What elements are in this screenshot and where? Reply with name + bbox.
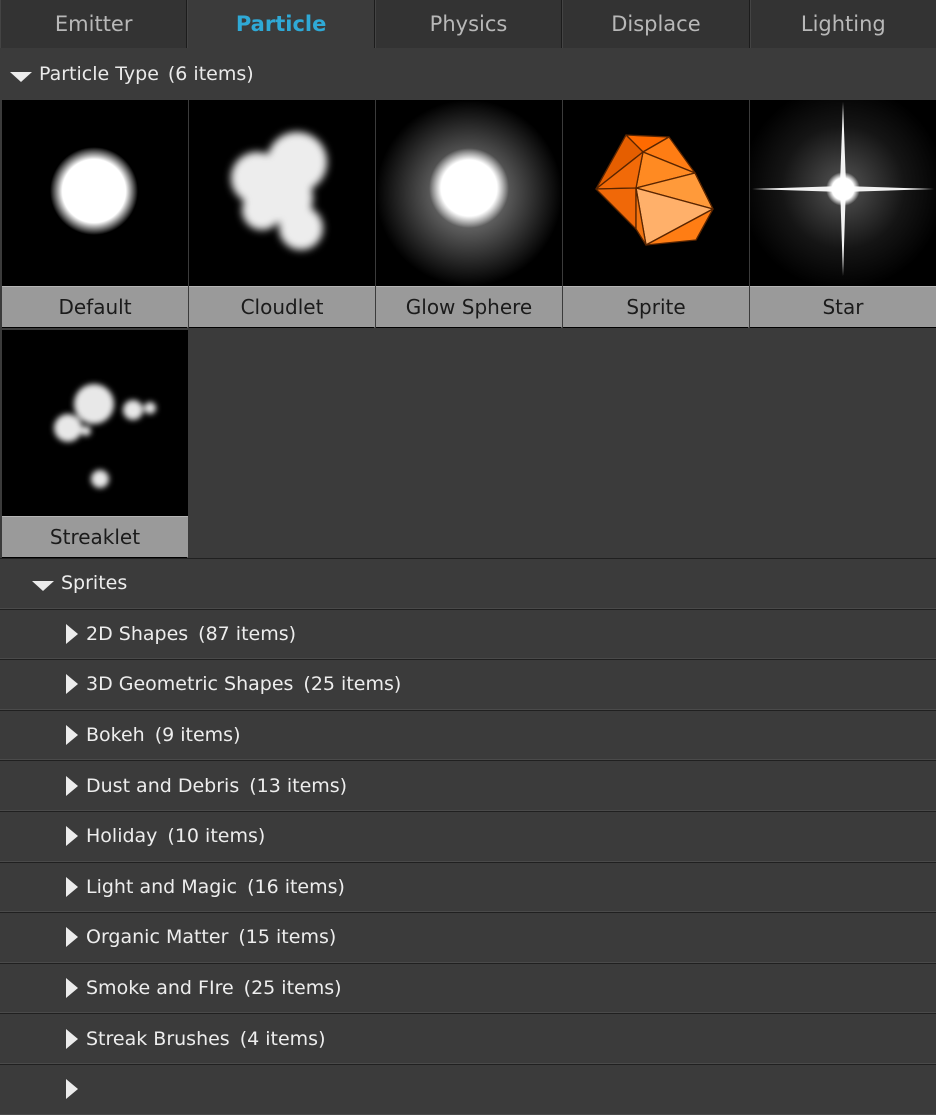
folder-count: (9 items)	[154, 724, 241, 747]
folder-count: (4 items)	[239, 1027, 326, 1050]
folder-name: Light and Magic	[86, 875, 238, 898]
folder-count: (87 items)	[198, 622, 297, 645]
particle-tile-default[interactable]: Default	[2, 100, 188, 328]
tab-lighting[interactable]: Lighting	[749, 0, 936, 48]
folder-count: (25 items)	[303, 673, 402, 696]
default-particle-icon	[2, 100, 188, 286]
folder-name: Organic Matter	[86, 926, 229, 949]
tab-particle[interactable]: Particle	[187, 0, 375, 48]
folder-name: Smoke and FIre	[86, 977, 234, 1000]
expand-triangle-icon[interactable]	[66, 674, 78, 695]
expand-triangle-icon[interactable]	[66, 775, 78, 796]
tab-physics[interactable]: Physics	[374, 0, 563, 48]
folder-name: 2D Shapes	[86, 622, 189, 645]
list-item[interactable]: Smoke and FIre (25 items)	[0, 962, 936, 1014]
list-item[interactable]: Light and Magic (16 items)	[0, 861, 936, 913]
tile-label: Cloudlet	[189, 286, 375, 327]
cloudlet-particle-icon	[189, 100, 375, 286]
star-particle-icon	[750, 100, 936, 286]
folder-count: (13 items)	[249, 774, 348, 797]
particle-type-grid: Default Cloudlet Glow Sphere Sprite Star…	[2, 100, 936, 558]
particle-type-header[interactable]: Particle Type (6 items)	[0, 48, 936, 100]
list-item[interactable]: Holiday (10 items)	[0, 810, 936, 862]
list-item[interactable]: Bokeh (9 items)	[0, 709, 936, 761]
folder-name: 3D Geometric Shapes	[86, 673, 294, 696]
collapse-triangle-icon[interactable]	[32, 581, 54, 592]
folder-name: Streak Brushes	[86, 1027, 230, 1050]
folder-name: Dust and Debris	[86, 774, 240, 797]
folder-name: Bokeh	[86, 724, 145, 747]
tile-label: Default	[2, 286, 188, 327]
sprites-tree: Sprites 2D Shapes (87 items) 3D Geometri…	[0, 558, 936, 1115]
section-count: (6 items)	[167, 63, 254, 85]
tile-label: Streaklet	[2, 516, 188, 557]
list-item[interactable]: 2D Shapes (87 items)	[0, 608, 936, 660]
folder-name: Sprites	[61, 572, 128, 595]
folder-count: (25 items)	[243, 977, 342, 1000]
particle-tile-streaklet[interactable]: Streaklet	[2, 330, 188, 558]
expand-triangle-icon[interactable]	[66, 725, 78, 746]
list-item[interactable]: Dust and Debris (13 items)	[0, 760, 936, 811]
list-item[interactable]	[0, 1063, 936, 1115]
expand-triangle-icon[interactable]	[66, 876, 78, 897]
tab-displace[interactable]: Displace	[562, 0, 750, 48]
tab-bar: Emitter Particle Physics Displace Lighti…	[0, 0, 936, 48]
expand-triangle-icon[interactable]	[66, 927, 78, 948]
particle-tile-glow-sphere[interactable]: Glow Sphere	[376, 100, 562, 328]
particle-tile-cloudlet[interactable]: Cloudlet	[189, 100, 375, 328]
particle-tile-sprite[interactable]: Sprite	[563, 100, 749, 328]
expand-triangle-icon[interactable]	[66, 978, 78, 999]
folder-count: (10 items)	[167, 825, 266, 848]
list-item[interactable]: Streak Brushes (4 items)	[0, 1013, 936, 1064]
sprite-icosahedron-icon	[563, 100, 749, 286]
sprites-folder-row[interactable]: Sprites	[0, 558, 936, 609]
section-title: Particle Type	[39, 63, 159, 85]
folder-count: (15 items)	[238, 926, 337, 949]
list-item[interactable]: 3D Geometric Shapes (25 items)	[0, 659, 936, 710]
tile-label: Star	[750, 286, 936, 327]
particle-tile-star[interactable]: Star	[750, 100, 936, 328]
streaklet-particle-icon	[2, 330, 188, 516]
tile-label: Sprite	[563, 286, 749, 327]
expand-triangle-icon[interactable]	[66, 826, 78, 847]
glow-sphere-particle-icon	[376, 100, 562, 286]
collapse-triangle-icon[interactable]	[10, 72, 32, 82]
expand-triangle-icon[interactable]	[66, 1079, 78, 1100]
folder-count: (16 items)	[247, 875, 345, 898]
folder-name: Holiday	[86, 825, 158, 848]
list-item[interactable]: Organic Matter (15 items)	[0, 912, 936, 963]
tab-emitter[interactable]: Emitter	[0, 0, 188, 48]
expand-triangle-icon[interactable]	[66, 1028, 78, 1049]
tile-label: Glow Sphere	[376, 286, 562, 327]
expand-triangle-icon[interactable]	[66, 623, 78, 644]
